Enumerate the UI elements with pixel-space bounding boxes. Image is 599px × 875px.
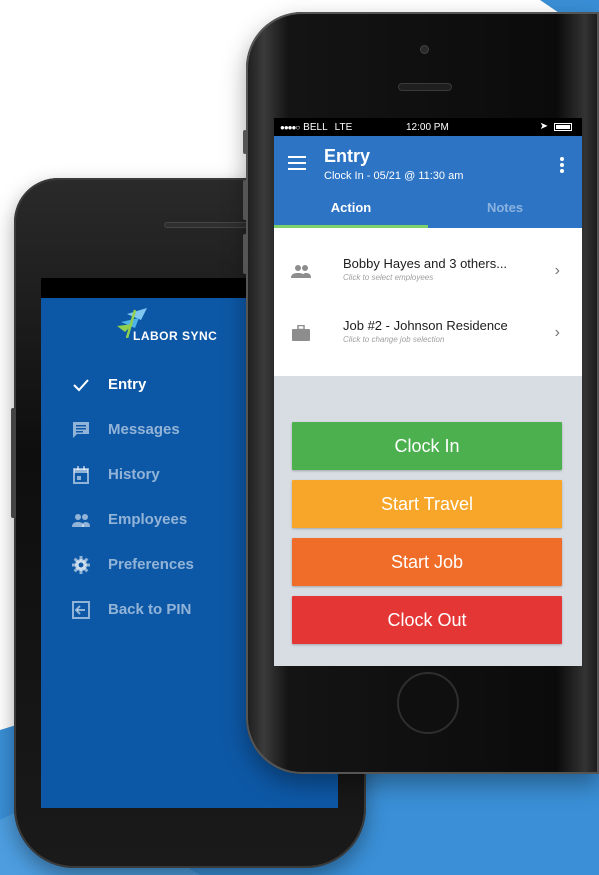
action-buttons: Clock In Start Travel Start Job Clock Ou… (292, 422, 562, 654)
mute-switch (243, 130, 247, 154)
status-time: 12:00 PM (406, 122, 449, 133)
people-icon (291, 265, 311, 278)
volume-down-button (243, 234, 247, 274)
calendar-icon (71, 465, 91, 485)
logo-text: LABOR SYNC (133, 329, 218, 343)
drawer-item-label: Preferences (108, 556, 194, 573)
start-travel-button[interactable]: Start Travel (292, 480, 562, 528)
chevron-right-icon: › (554, 324, 560, 341)
drawer-item-label: Employees (108, 511, 188, 528)
selection-title: Bobby Hayes and 3 others... (343, 256, 508, 271)
briefcase-icon (292, 325, 310, 341)
exit-icon (71, 600, 91, 620)
android-side-button (11, 408, 16, 518)
iphone-screen: ●●●●○ BELL LTE 12:00 PM ➤ Entry Clock In… (274, 118, 582, 666)
selection-hint: Click to select employees (343, 273, 434, 282)
job-selection-row[interactable]: Job #2 - Johnson Residence Click to chan… (274, 310, 582, 360)
selection-title: Job #2 - Johnson Residence (343, 318, 508, 333)
start-job-button[interactable]: Start Job (292, 538, 562, 586)
app-header: Entry Clock In - 05/21 @ 11:30 am Action… (274, 136, 582, 228)
tab-label: Notes (486, 200, 524, 215)
selection-hint: Click to change job selection (343, 335, 445, 344)
tab-notes[interactable]: Notes (428, 200, 582, 228)
drawer-item-label: History (108, 466, 160, 483)
page-subtitle: Clock In - 05/21 @ 11:30 am (324, 170, 464, 182)
gear-icon (71, 555, 91, 575)
employee-selection-row[interactable]: Bobby Hayes and 3 others... Click to sel… (274, 248, 582, 298)
drawer-item-label: Back to PIN (108, 601, 192, 618)
battery-icon (554, 123, 572, 131)
android-speaker (164, 222, 252, 228)
tab-label: Action (330, 200, 372, 215)
more-options-icon[interactable] (560, 157, 564, 175)
clock-in-button[interactable]: Clock In (292, 422, 562, 470)
selection-list: Bobby Hayes and 3 others... Click to sel… (274, 228, 582, 376)
carrier-name: BELL (303, 121, 328, 133)
volume-up-button (243, 180, 247, 220)
drawer-item-label: Entry (108, 376, 147, 393)
ios-status-bar: ●●●●○ BELL LTE 12:00 PM ➤ (274, 118, 582, 136)
iphone: ●●●●○ BELL LTE 12:00 PM ➤ Entry Clock In… (243, 12, 599, 774)
drawer-item-label: Messages (108, 421, 180, 438)
people-icon (71, 510, 91, 530)
clock-out-button[interactable]: Clock Out (292, 596, 562, 644)
earpiece-speaker (398, 83, 452, 91)
message-icon (71, 420, 91, 440)
front-camera (420, 45, 429, 54)
check-icon (71, 375, 91, 395)
location-arrow-icon: ➤ (539, 121, 548, 132)
tab-action[interactable]: Action (274, 200, 428, 228)
signal-strength: ●●●●○ (280, 122, 300, 132)
home-button[interactable] (397, 672, 459, 734)
chevron-right-icon: › (554, 262, 560, 279)
page-title: Entry (324, 146, 371, 166)
network-type: LTE (334, 121, 353, 133)
hamburger-menu-icon[interactable] (288, 156, 306, 170)
